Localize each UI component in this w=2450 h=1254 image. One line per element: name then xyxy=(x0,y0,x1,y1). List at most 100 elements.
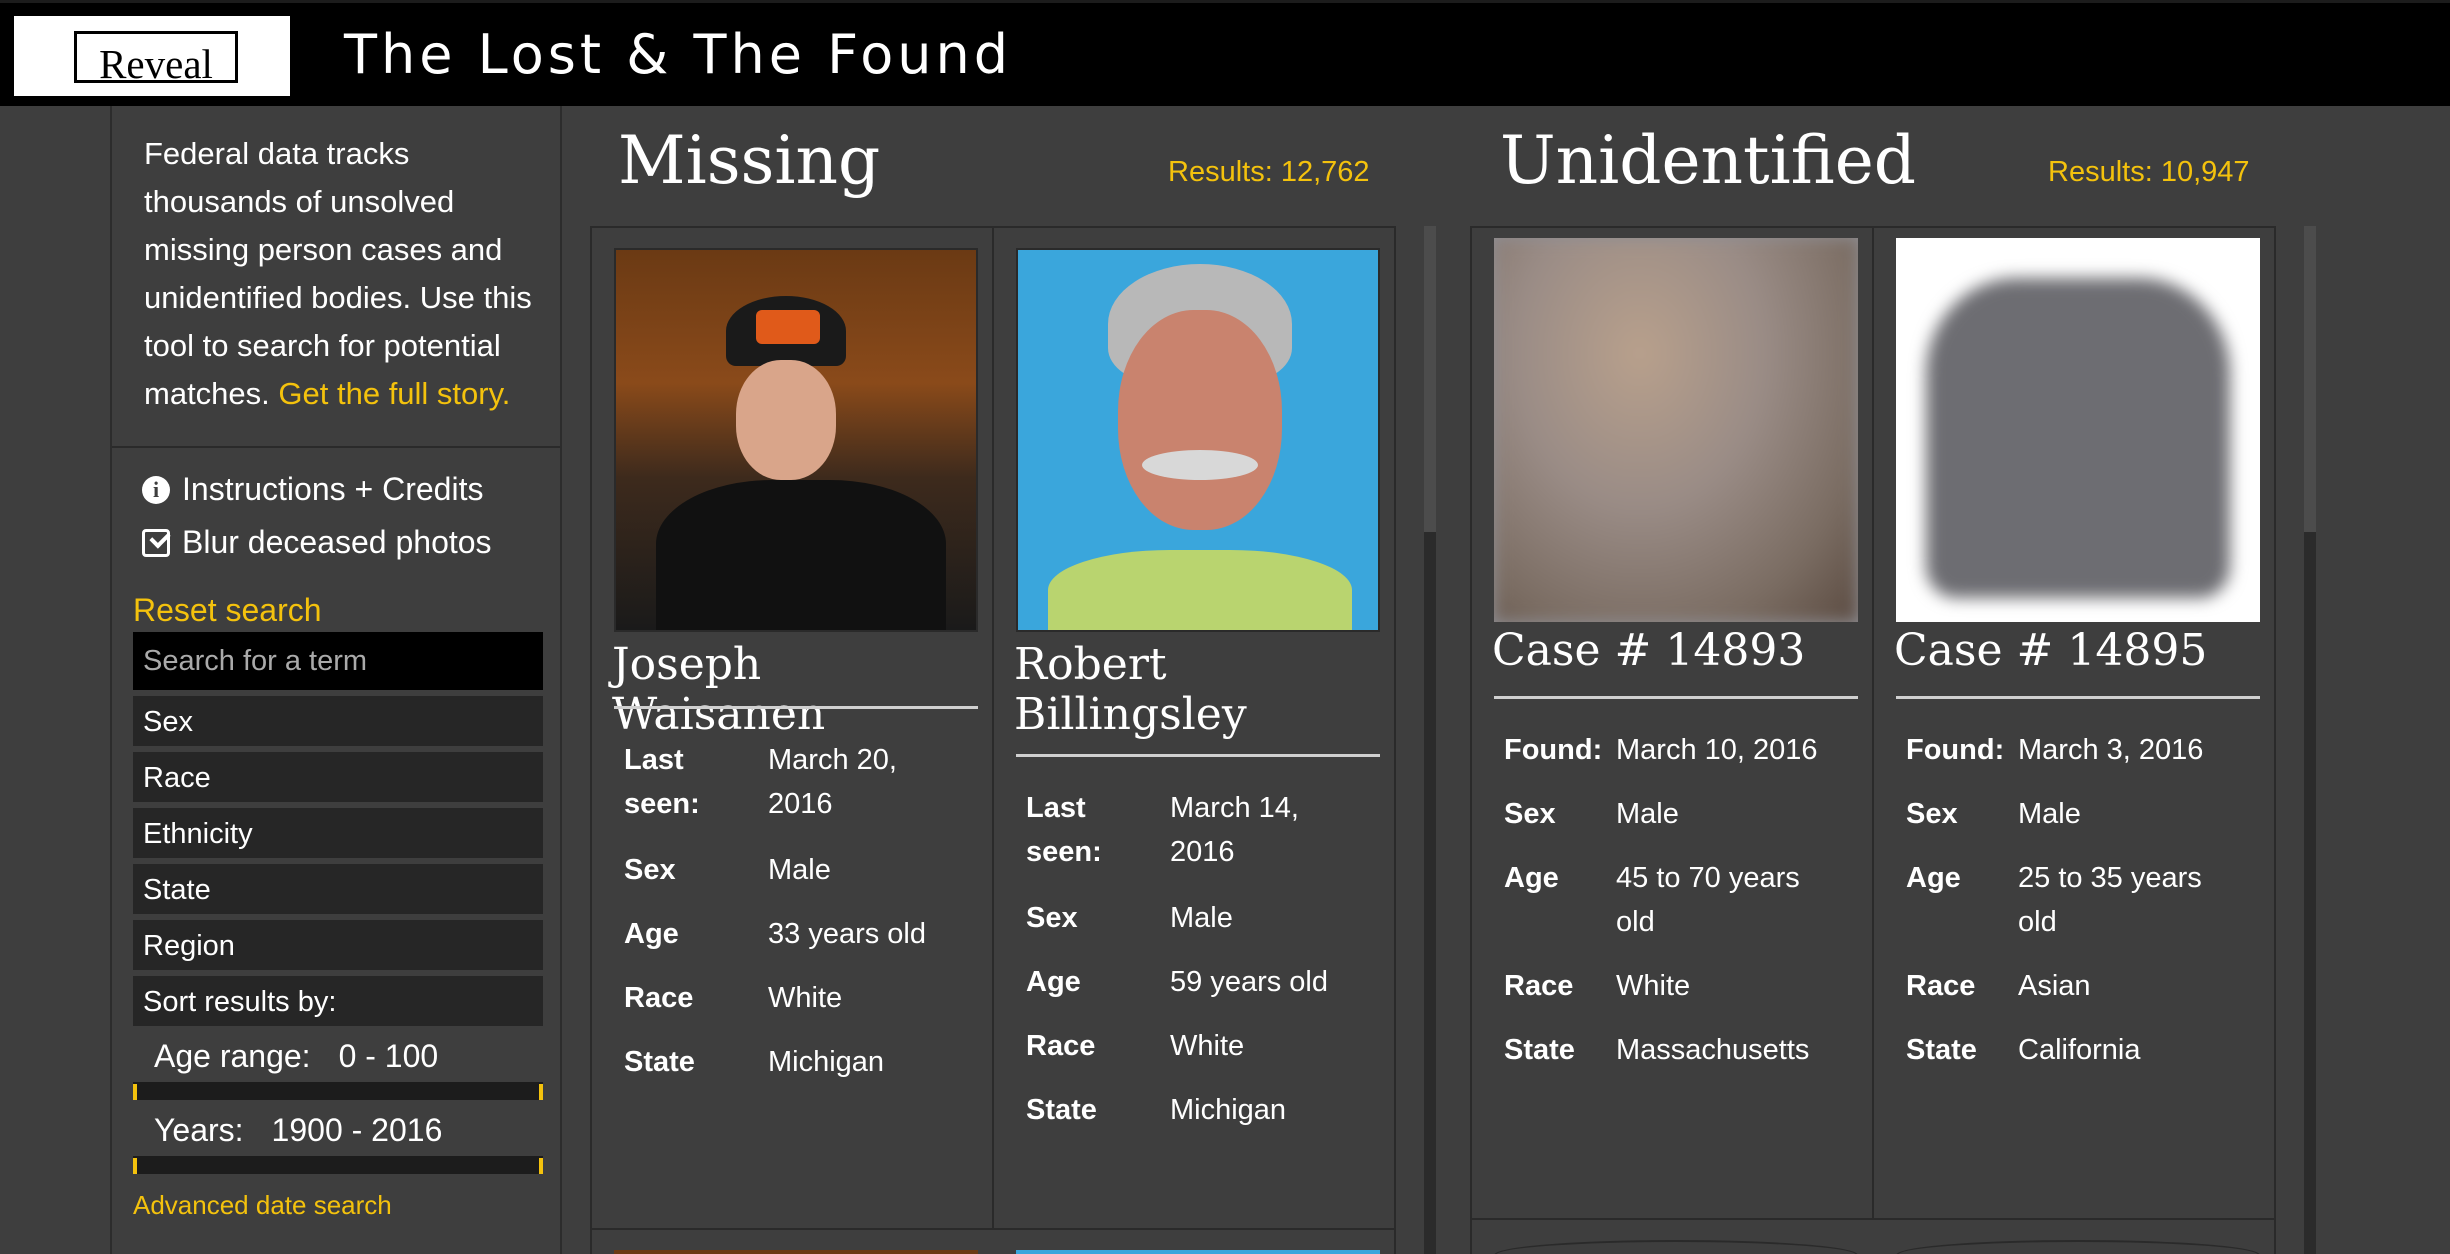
field-value: Male xyxy=(2018,798,2081,830)
field-value: White xyxy=(768,982,843,1014)
missing-card[interactable]: Robert Billingsley Last seen: March 14, … xyxy=(994,228,1396,1228)
field-value: 45 to 70 years old xyxy=(1616,862,1800,938)
missing-scrollbar[interactable] xyxy=(1424,226,1436,1254)
sort-results[interactable]: Sort results by: xyxy=(133,976,543,1028)
field-value: Michigan xyxy=(1170,1094,1287,1126)
sidebar: Federal data tracks thousands of unsolve… xyxy=(110,106,562,1254)
missing-heading: Missing xyxy=(618,122,881,199)
field-value: Michigan xyxy=(768,1046,885,1078)
name-underline xyxy=(1494,696,1858,699)
filter-race[interactable]: Race xyxy=(133,752,543,804)
case-number[interactable]: Case # 14893 xyxy=(1492,626,1862,676)
top-bar: Reveal The Lost & The Found xyxy=(0,0,2450,106)
unidentified-results-count: Results: 10,947 xyxy=(2048,156,2250,188)
app-title: The Lost & The Found xyxy=(344,23,1013,86)
age-min-handle[interactable] xyxy=(133,1084,137,1100)
years-range-label: Years: 1900 - 2016 xyxy=(154,1112,442,1149)
field-value: Male xyxy=(1616,798,1679,830)
person-name[interactable]: Robert Billingsley xyxy=(1014,640,1384,740)
reset-search-link[interactable]: Reset search xyxy=(133,592,322,629)
filter-ethnicity[interactable]: Ethnicity xyxy=(133,808,543,860)
next-photo-peek xyxy=(614,1250,978,1254)
field-value: Asian xyxy=(2018,970,2091,1002)
field-label: Age xyxy=(1026,966,1081,998)
advanced-date-search-link[interactable]: Advanced date search xyxy=(133,1190,392,1221)
name-underline xyxy=(1896,696,2260,699)
next-photo-peek xyxy=(1494,1240,1858,1254)
shirt-shape xyxy=(1048,550,1352,630)
blur-label: Blur deceased photos xyxy=(182,524,492,560)
blur-toggle[interactable]: Blur deceased photos xyxy=(142,524,492,561)
sidebar-divider xyxy=(112,446,560,448)
years-range-slider[interactable] xyxy=(133,1156,543,1174)
next-photo-peek xyxy=(1896,1240,2260,1254)
field-label: Race xyxy=(1026,1030,1096,1062)
logo-text: Reveal xyxy=(99,41,213,87)
logo-frame: Reveal xyxy=(74,31,238,87)
field-value: Massachusetts xyxy=(1616,1034,1810,1066)
checkbox-icon xyxy=(142,528,170,557)
field-label: Age xyxy=(1906,862,1961,894)
unidentified-results-panel: Case # 14893 Found: March 10, 2016 Sex M… xyxy=(1470,226,2276,1254)
full-story-link[interactable]: Get the full story. xyxy=(278,376,510,411)
instructions-link[interactable]: i Instructions + Credits xyxy=(142,471,483,508)
missing-card[interactable]: Joseph Waisanen Last seen: March 20, 201… xyxy=(592,228,994,1228)
person-photo[interactable] xyxy=(1016,248,1380,632)
field-label: Last seen: xyxy=(624,744,700,820)
reveal-logo[interactable]: Reveal xyxy=(14,16,290,96)
case-photo-blurred[interactable] xyxy=(1494,238,1858,622)
age-max-handle[interactable] xyxy=(539,1084,543,1100)
age-range-value: 0 - 100 xyxy=(338,1038,439,1074)
cap-logo-patch xyxy=(756,310,820,344)
field-label: Age xyxy=(1504,862,1559,894)
filter-state[interactable]: State xyxy=(133,864,543,916)
case-photo-blurred[interactable] xyxy=(1896,238,2260,622)
person-photo[interactable] xyxy=(614,248,978,632)
field-label: Found: xyxy=(1906,734,2005,766)
missing-scroll-thumb[interactable] xyxy=(1424,226,1436,532)
years-value: 1900 - 2016 xyxy=(271,1112,443,1148)
field-label: Sex xyxy=(1504,798,1556,830)
search-input[interactable] xyxy=(133,632,543,690)
blurred-image xyxy=(1494,238,1858,622)
case-number[interactable]: Case # 14895 xyxy=(1894,626,2264,676)
age-range-label: Age range: 0 - 100 xyxy=(154,1038,438,1075)
intro-copy: Federal data tracks thousands of unsolve… xyxy=(144,136,532,411)
field-label: Found: xyxy=(1504,734,1603,766)
years-max-handle[interactable] xyxy=(539,1158,543,1174)
age-range-slider[interactable] xyxy=(133,1082,543,1100)
field-value: White xyxy=(1170,1030,1245,1062)
years-min-handle[interactable] xyxy=(133,1158,137,1174)
unidentified-scrollbar[interactable] xyxy=(2304,226,2316,1254)
name-underline xyxy=(614,706,978,709)
field-value: Male xyxy=(1170,902,1233,934)
years-title: Years: xyxy=(154,1112,244,1148)
filter-sex[interactable]: Sex xyxy=(133,696,543,748)
field-label: Sex xyxy=(1026,902,1078,934)
person-name[interactable]: Joseph Waisanen xyxy=(612,640,982,740)
field-value: March 20, 2016 xyxy=(768,744,897,820)
age-range-title: Age range: xyxy=(154,1038,311,1074)
field-value: March 10, 2016 xyxy=(1616,734,1818,766)
unidentified-scroll-thumb[interactable] xyxy=(2304,226,2316,532)
missing-results-count: Results: 12,762 xyxy=(1168,156,1370,188)
info-icon: i xyxy=(142,475,170,504)
field-label: Age xyxy=(624,918,679,950)
mustache-shape xyxy=(1142,450,1258,480)
filter-region[interactable]: Region xyxy=(133,920,543,972)
row-divider xyxy=(592,1228,1396,1230)
instructions-label: Instructions + Credits xyxy=(182,471,484,507)
row-divider xyxy=(1472,1218,2276,1220)
field-label: Race xyxy=(1906,970,1976,1002)
field-label: State xyxy=(1026,1094,1097,1126)
blurred-image xyxy=(1926,278,2230,598)
field-value: 59 years old xyxy=(1170,966,1328,998)
field-label: Race xyxy=(1504,970,1574,1002)
field-value: 33 years old xyxy=(768,918,926,950)
next-photo-peek xyxy=(1016,1250,1380,1254)
unidentified-card[interactable]: Case # 14893 Found: March 10, 2016 Sex M… xyxy=(1472,228,1874,1218)
shirt-shape xyxy=(656,480,946,630)
unidentified-card[interactable]: Case # 14895 Found: March 3, 2016 Sex Ma… xyxy=(1874,228,2276,1218)
field-label: State xyxy=(1906,1034,1977,1066)
name-underline xyxy=(1016,754,1380,757)
